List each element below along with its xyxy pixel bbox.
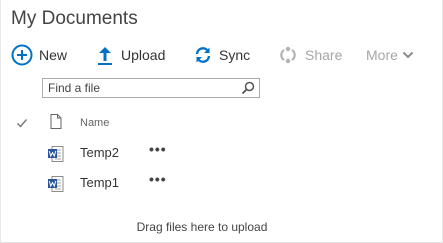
sync-button[interactable]: Sync: [194, 43, 250, 67]
page-title: My Documents: [11, 8, 138, 29]
search-icon[interactable]: [239, 80, 257, 96]
share-icon: [278, 46, 298, 64]
upload-button-label: Upload: [121, 47, 166, 63]
more-button-label: More: [366, 47, 398, 63]
more-options-ellipsis[interactable]: •••: [149, 171, 167, 187]
plus-circle-icon: [11, 44, 33, 66]
upload-button[interactable]: Upload: [97, 43, 165, 67]
new-button-label: New: [39, 47, 68, 63]
word-document-icon: [47, 175, 65, 193]
word-document-icon: [47, 145, 65, 163]
more-options-ellipsis[interactable]: •••: [149, 141, 167, 157]
file-name-link[interactable]: Temp1: [80, 175, 119, 190]
search-input[interactable]: [43, 79, 238, 97]
file-row[interactable]: Temp1 •••: [1, 169, 443, 197]
file-row[interactable]: Temp2 •••: [1, 139, 443, 167]
file-name-link[interactable]: Temp2: [80, 145, 119, 160]
document-type-column-icon: [50, 114, 62, 134]
new-button[interactable]: New: [11, 43, 67, 67]
sync-icon: [194, 46, 212, 64]
name-column-header[interactable]: Name: [80, 117, 109, 129]
find-file-search-box: [42, 78, 260, 98]
document-library-page: My Documents New Upload Sync Share More …: [0, 0, 443, 243]
share-button[interactable]: Share: [278, 43, 342, 67]
more-button[interactable]: More: [366, 43, 414, 67]
select-all-checkmark-icon[interactable]: [16, 116, 28, 128]
upload-arrow-icon: [97, 45, 113, 65]
chevron-down-icon: [402, 50, 414, 60]
drag-drop-hint: Drag files here to upload: [136, 220, 268, 234]
sync-button-label: Sync: [219, 47, 251, 63]
share-button-label: Share: [305, 47, 343, 63]
